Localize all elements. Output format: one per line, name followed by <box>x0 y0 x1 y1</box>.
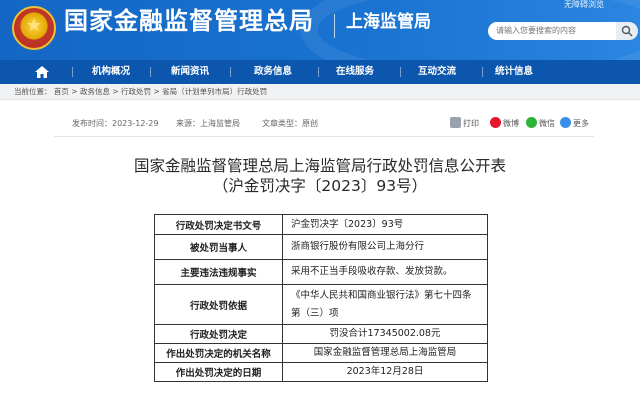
table-row: 行政处罚决定书文号 沪金罚决字〔2023〕93号 <box>154 214 488 235</box>
penalty-info-table: 行政处罚决定书文号 沪金罚决字〔2023〕93号 被处罚当事人 浙商银行股份有限… <box>154 214 488 382</box>
share-weibo-button[interactable]: 微博 <box>490 117 519 130</box>
row-value: 罚没合计17345002.08元 <box>282 324 488 344</box>
table-row: 被处罚当事人 浙商银行股份有限公司上海分行 <box>154 234 488 260</box>
nav-separator <box>318 67 319 77</box>
breadcrumb-separator: > <box>112 87 119 96</box>
table-row: 主要违法违规事实 采用不正当手段吸收存款、发放贷款。 <box>154 259 488 285</box>
nav-item-online-service[interactable]: 在线服务 <box>322 60 388 84</box>
weibo-icon <box>490 117 501 128</box>
nav-home-button[interactable] <box>30 60 54 84</box>
nav-item-news[interactable]: 新闻资讯 <box>157 60 223 84</box>
breadcrumb-item-provincial-penalty[interactable]: 省局（计划单列市局）行政处罚 <box>162 87 267 96</box>
source: 来源：上海监管局 <box>176 119 240 128</box>
accessible-browse-link[interactable]: 无障碍浏览 <box>564 0 604 10</box>
row-key: 行政处罚决定 <box>154 324 283 344</box>
breadcrumb-item-government-info[interactable]: 政务信息 <box>80 87 110 96</box>
breadcrumb-separator: > <box>71 87 78 96</box>
breadcrumb: 当前位置： 首页 > 政务信息 > 行政处罚 > 省局（计划单列市局）行政处罚 <box>14 84 267 100</box>
row-key: 作出处罚决定的日期 <box>154 362 283 382</box>
meta-divider <box>54 136 594 137</box>
row-value: 浙商银行股份有限公司上海分行 <box>282 234 488 260</box>
nav-item-interaction[interactable]: 互动交流 <box>404 60 470 84</box>
nav-separator <box>72 67 73 77</box>
table-row: 行政处罚依据 《中华人民共和国商业银行法》第七十四条第（三）项 <box>154 284 488 325</box>
row-value: 2023年12月28日 <box>282 362 488 382</box>
home-icon <box>35 66 49 78</box>
nav-item-government-info[interactable]: 政务信息 <box>240 60 306 84</box>
publish-date: 发布时间：2023-12-29 <box>72 119 159 128</box>
wechat-icon <box>526 117 537 128</box>
nav-item-about[interactable]: 机构概况 <box>78 60 144 84</box>
search-input[interactable] <box>488 22 616 40</box>
nav-separator <box>150 67 151 77</box>
row-key: 作出处罚决定的机关名称 <box>154 343 283 363</box>
table-row: 作出处罚决定的日期 2023年12月28日 <box>154 362 488 382</box>
main-nav: 机构概况 新闻资讯 政务信息 在线服务 互动交流 统计信息 <box>0 60 640 84</box>
row-key: 被处罚当事人 <box>154 234 283 260</box>
row-key: 行政处罚依据 <box>154 284 283 325</box>
search-icon <box>621 25 633 37</box>
nav-item-statistics[interactable]: 统计信息 <box>481 60 547 84</box>
document-subtitle: （沪金罚决字〔2023〕93号） <box>212 177 428 195</box>
nav-separator <box>400 67 401 77</box>
branch-name[interactable]: 上海监管局 <box>346 10 431 34</box>
nav-separator <box>230 67 231 77</box>
header-divider <box>334 14 335 38</box>
row-value: 沪金罚决字〔2023〕93号 <box>282 214 488 235</box>
table-row: 行政处罚决定 罚没合计17345002.08元 <box>154 324 488 344</box>
breadcrumb-item-home[interactable]: 首页 <box>54 87 69 96</box>
document-title: 国家金融监督管理总局上海监管局行政处罚信息公开表 <box>133 157 506 175</box>
more-icon <box>560 117 571 128</box>
share-more-button[interactable]: 更多 <box>560 117 589 130</box>
site-header: ★ 国家金融监督管理总局 上海监管局 无障碍浏览 <box>0 0 640 60</box>
print-icon <box>450 117 461 128</box>
row-value: 采用不正当手段吸收存款、发放贷款。 <box>282 259 488 285</box>
share-wechat-button[interactable]: 微信 <box>526 117 555 130</box>
breadcrumb-item-penalty[interactable]: 行政处罚 <box>121 87 151 96</box>
org-name[interactable]: 国家金融监督管理总局 <box>64 6 314 36</box>
row-value: 《中华人民共和国商业银行法》第七十四条第（三）项 <box>282 284 488 325</box>
breadcrumb-separator: > <box>153 87 160 96</box>
table-row: 作出处罚决定的机关名称 国家金融监督管理总局上海监管局 <box>154 343 488 363</box>
search-button[interactable] <box>616 22 638 40</box>
breadcrumb-prefix: 当前位置： <box>14 87 52 96</box>
row-value: 国家金融监督管理总局上海监管局 <box>282 343 488 363</box>
row-key: 主要违法违规事实 <box>154 259 283 285</box>
row-key: 行政处罚决定书文号 <box>154 214 283 235</box>
national-emblem-icon: ★ <box>12 6 56 50</box>
article-type: 文章类型：原创 <box>262 119 318 128</box>
print-button[interactable]: 打印 <box>450 117 479 130</box>
breadcrumb-bar: 当前位置： 首页 > 政务信息 > 行政处罚 > 省局（计划单列市局）行政处罚 <box>0 84 640 100</box>
